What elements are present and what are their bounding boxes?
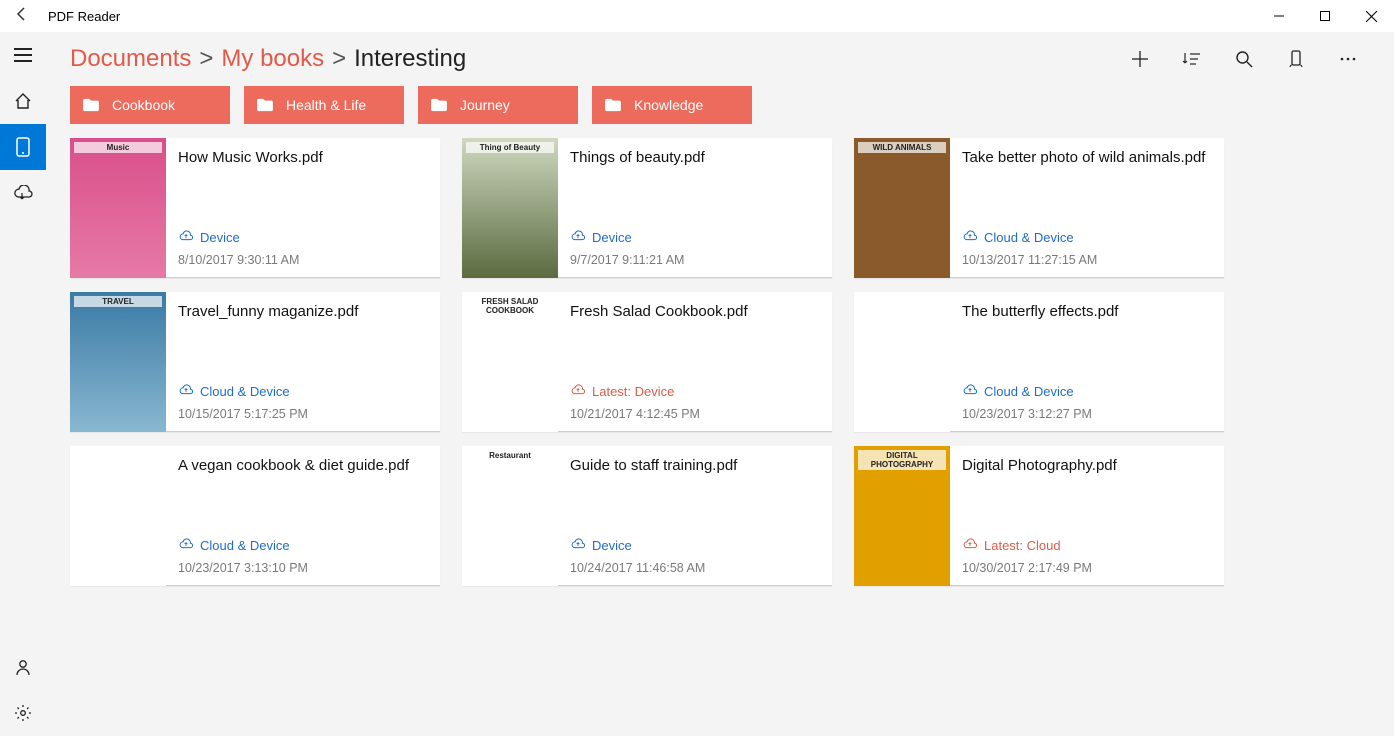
folder-label: Journey [460, 97, 510, 113]
folder-label: Cookbook [112, 97, 175, 113]
file-thumbnail: FRESH SALAD COOKBOOK [462, 292, 558, 432]
file-thumbnail: Music [70, 138, 166, 278]
file-storage: Latest: Device [570, 384, 824, 399]
file-storage: Cloud & Device [178, 384, 432, 399]
folder-health-life[interactable]: Health & Life [244, 86, 404, 124]
folder-icon [82, 98, 100, 112]
file-thumbnail: Restaurant [462, 446, 558, 586]
folder-icon [256, 98, 274, 112]
file-name: How Music Works.pdf [178, 148, 432, 168]
file-thumbnail: WILD ANIMALS [854, 138, 950, 278]
file-storage: Cloud & Device [178, 538, 432, 553]
back-button[interactable] [0, 6, 44, 27]
file-card[interactable]: DIGITAL PHOTOGRAPHY Digital Photography.p… [854, 446, 1224, 586]
cloud-icon [962, 384, 978, 399]
file-storage: Latest: Cloud [962, 538, 1216, 553]
cloud-icon [570, 230, 586, 245]
file-storage-label: Cloud & Device [984, 384, 1074, 399]
file-storage-label: Cloud & Device [200, 538, 290, 553]
breadcrumb-sep: > [332, 45, 346, 73]
cloud-icon [178, 384, 194, 399]
file-name: Take better photo of wild animals.pdf [962, 148, 1216, 168]
file-timestamp: 10/21/2017 4:12:45 PM [570, 407, 824, 425]
cloud-icon [570, 384, 586, 399]
settings-button[interactable] [0, 690, 46, 736]
file-card[interactable]: Restaurant Guide to staff training.pdf Dev… [462, 446, 832, 586]
file-storage-label: Cloud & Device [984, 230, 1074, 245]
file-timestamp: 8/10/2017 9:30:11 AM [178, 253, 432, 271]
window-minimize-button[interactable] [1256, 0, 1302, 32]
folder-label: Health & Life [286, 97, 366, 113]
file-storage: Cloud & Device [962, 384, 1216, 399]
file-storage-label: Device [592, 230, 632, 245]
cloud-icon [570, 538, 586, 553]
file-name: Digital Photography.pdf [962, 456, 1216, 476]
file-thumbnail [70, 446, 166, 586]
file-timestamp: 10/15/2017 5:17:25 PM [178, 407, 432, 425]
file-timestamp: 9/7/2017 9:11:21 AM [570, 253, 824, 271]
breadcrumb-sep: > [199, 45, 213, 73]
folder-icon [604, 98, 622, 112]
file-thumbnail: Thing of Beauty [462, 138, 558, 278]
hamburger-menu-button[interactable] [0, 32, 46, 78]
file-timestamp: 10/13/2017 11:27:15 AM [962, 253, 1216, 271]
folder-icon [430, 98, 448, 112]
file-timestamp: 10/23/2017 3:12:27 PM [962, 407, 1216, 425]
file-card[interactable]: TRAVEL Travel_funny maganize.pdf Cloud & D… [70, 292, 440, 432]
file-storage: Device [570, 538, 824, 553]
file-storage-label: Latest: Cloud [984, 538, 1061, 553]
file-timestamp: 10/23/2017 3:13:10 PM [178, 561, 432, 579]
file-card[interactable]: A vegan cookbook & diet guide.pdf Cloud &… [70, 446, 440, 586]
file-storage-label: Device [592, 538, 632, 553]
account-button[interactable] [0, 644, 46, 690]
file-card[interactable]: Music How Music Works.pdf Device 8/10/2017 … [70, 138, 440, 278]
file-name: Fresh Salad Cookbook.pdf [570, 302, 824, 322]
breadcrumb: Documents > My books > Interesting [70, 45, 466, 73]
folder-cookbook[interactable]: Cookbook [70, 86, 230, 124]
app-title: PDF Reader [44, 9, 120, 24]
file-storage-label: Device [200, 230, 240, 245]
file-storage: Cloud & Device [962, 230, 1216, 245]
sort-button[interactable] [1166, 36, 1218, 82]
home-button[interactable] [0, 78, 46, 124]
breadcrumb-current: Interesting [354, 45, 466, 73]
file-thumbnail [854, 292, 950, 432]
titlebar: PDF Reader [0, 0, 1394, 32]
file-storage: Device [178, 230, 432, 245]
more-button[interactable] [1322, 36, 1374, 82]
sidebar [0, 32, 46, 736]
cloud-icon [178, 538, 194, 553]
file-storage: Device [570, 230, 824, 245]
window-close-button[interactable] [1348, 0, 1394, 32]
file-storage-label: Latest: Device [592, 384, 674, 399]
window-maximize-button[interactable] [1302, 0, 1348, 32]
file-card[interactable]: FRESH SALAD COOKBOOK Fresh Salad Cookbook… [462, 292, 832, 432]
file-card[interactable]: The butterfly effects.pdf Cloud & Device 1… [854, 292, 1224, 432]
device-tab-button[interactable] [0, 124, 46, 170]
cloud-icon [178, 230, 194, 245]
search-button[interactable] [1218, 36, 1270, 82]
file-timestamp: 10/24/2017 11:46:58 AM [570, 561, 824, 579]
file-thumbnail: TRAVEL [70, 292, 166, 432]
folder-journey[interactable]: Journey [418, 86, 578, 124]
file-card[interactable]: WILD ANIMALS Take better photo of wild an… [854, 138, 1224, 278]
cloud-icon [962, 230, 978, 245]
breadcrumb-mybooks[interactable]: My books [221, 45, 324, 73]
breadcrumb-documents[interactable]: Documents [70, 45, 191, 73]
folder-label: Knowledge [634, 97, 703, 113]
file-timestamp: 10/30/2017 2:17:49 PM [962, 561, 1216, 579]
file-card[interactable]: Thing of Beauty Things of beauty.pdf Devic… [462, 138, 832, 278]
file-name: A vegan cookbook & diet guide.pdf [178, 456, 432, 476]
file-name: Travel_funny maganize.pdf [178, 302, 432, 322]
file-thumbnail: DIGITAL PHOTOGRAPHY [854, 446, 950, 586]
folder-knowledge[interactable]: Knowledge [592, 86, 752, 124]
rotate-device-button[interactable] [1270, 36, 1322, 82]
file-name: Guide to staff training.pdf [570, 456, 824, 476]
add-button[interactable] [1114, 36, 1166, 82]
cloud-icon [962, 538, 978, 553]
file-name: Things of beauty.pdf [570, 148, 824, 168]
file-storage-label: Cloud & Device [200, 384, 290, 399]
file-name: The butterfly effects.pdf [962, 302, 1216, 322]
cloud-tab-button[interactable] [0, 170, 46, 216]
